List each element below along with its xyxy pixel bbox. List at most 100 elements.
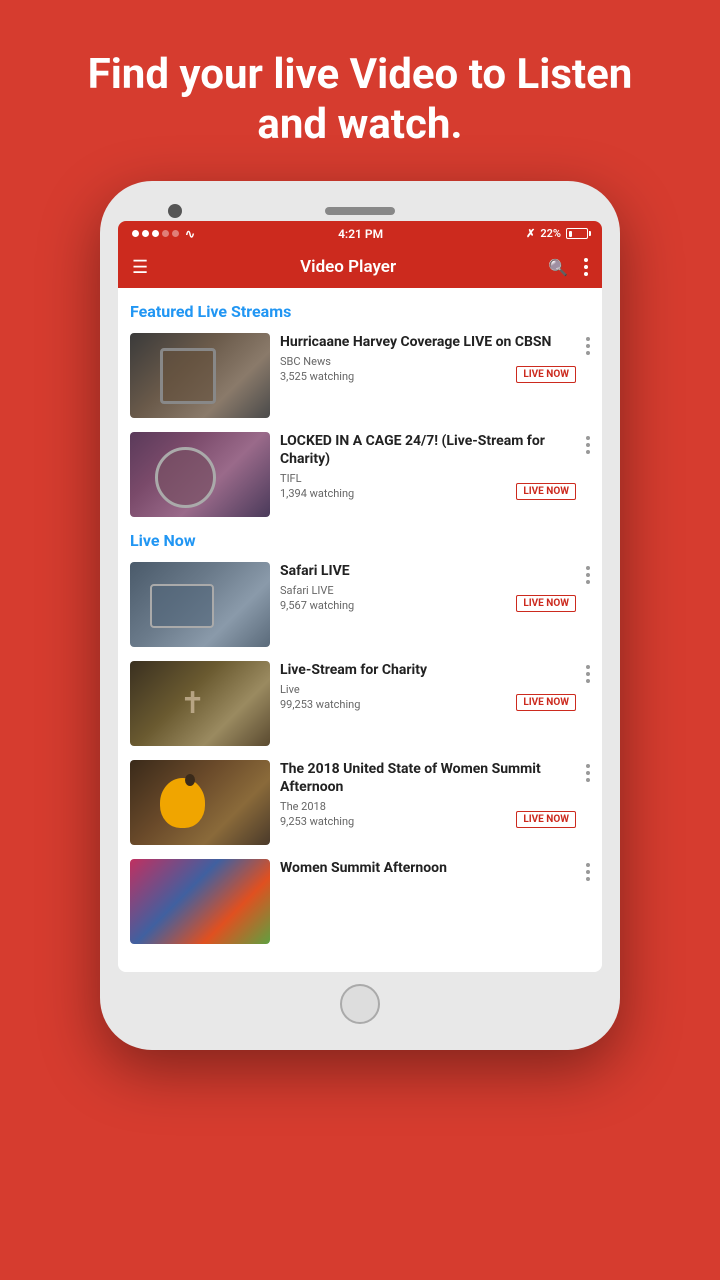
dot [586, 344, 590, 348]
livenow-section-title: Live Now [130, 531, 590, 550]
dot [586, 580, 590, 584]
battery-percent: 22% [540, 227, 561, 240]
stream-info-women: Women Summit Afternoon [280, 859, 576, 881]
app-bar: ☰ Video Player 🔍 [118, 247, 602, 288]
stream-live-badge: LIVE NOW [516, 595, 576, 612]
battery-fill [569, 231, 573, 237]
live-now-badge: LIVE NOW [516, 366, 576, 383]
stream-info-charity: Live-Stream for Charity Live 99,253 watc… [280, 661, 576, 711]
status-right: ✗ 22% [526, 227, 588, 240]
stream-watching: 1,394 watching [280, 487, 354, 500]
stream-thumbnail-apple [130, 760, 270, 845]
stream-channel: Safari LIVE [280, 584, 354, 597]
dot [586, 436, 590, 440]
item-menu-button[interactable] [586, 562, 590, 584]
dot [586, 877, 590, 881]
app-title: Video Player [148, 257, 548, 277]
stream-meta: Live 99,253 watching LIVE NOW [280, 683, 576, 711]
stream-thumbnail-safari [130, 562, 270, 647]
item-menu-button[interactable] [586, 859, 590, 881]
stream-watching: 9,567 watching [280, 599, 354, 612]
list-item[interactable]: Women Summit Afternoon [130, 859, 590, 944]
phone-mockup: ∿ 4:21 PM ✗ 22% ☰ Video Player 🔍 [100, 181, 620, 1050]
list-item[interactable]: Live-Stream for Charity Live 99,253 watc… [130, 661, 590, 746]
stream-live-badge: LIVE NOW [516, 483, 576, 500]
phone-screen: ∿ 4:21 PM ✗ 22% ☰ Video Player 🔍 [118, 221, 602, 972]
bluetooth-icon: ✗ [526, 227, 535, 240]
status-left: ∿ [132, 227, 195, 241]
dot [586, 351, 590, 355]
search-icon[interactable]: 🔍 [548, 258, 568, 277]
stream-meta: Safari LIVE 9,567 watching LIVE NOW [280, 584, 576, 612]
dot [586, 764, 590, 768]
menu-button[interactable]: ☰ [132, 257, 148, 278]
stream-title: LOCKED IN A CAGE 24/7! (Live-Stream for … [280, 432, 576, 468]
list-item[interactable]: Hurricaane Harvey Coverage LIVE on CBSN … [130, 333, 590, 418]
stream-info-apple: The 2018 United State of Women Summit Af… [280, 760, 576, 828]
list-item[interactable]: LOCKED IN A CAGE 24/7! (Live-Stream for … [130, 432, 590, 517]
stream-watching: 3,525 watching [280, 370, 354, 383]
stream-live-badge: LIVE NOW [516, 811, 576, 828]
stream-meta-col: SBC News 3,525 watching [280, 355, 354, 383]
list-item[interactable]: Safari LIVE Safari LIVE 9,567 watching L… [130, 562, 590, 647]
camera-dot [168, 204, 182, 218]
signal-dots [132, 230, 179, 237]
dot [586, 450, 590, 454]
stream-live-badge: LIVE NOW [516, 694, 576, 711]
dot [586, 778, 590, 782]
dot [586, 870, 590, 874]
dot [584, 265, 588, 269]
stream-title: Hurricaane Harvey Coverage LIVE on CBSN [280, 333, 576, 351]
dot [586, 863, 590, 867]
phone-top [118, 199, 602, 221]
stream-meta: TIFL 1,394 watching LIVE NOW [280, 472, 576, 500]
stream-meta-col: Live 99,253 watching [280, 683, 360, 711]
dot [586, 443, 590, 447]
dot [586, 672, 590, 676]
phone-bottom [118, 972, 602, 1032]
dot [586, 566, 590, 570]
dot [586, 771, 590, 775]
stream-title: Safari LIVE [280, 562, 576, 580]
dot [586, 573, 590, 577]
stream-channel: The 2018 [280, 800, 354, 813]
content-area: Featured Live Streams Hurricaane Harvey … [118, 288, 602, 972]
stream-channel: Live [280, 683, 360, 696]
stream-watching: 99,253 watching [280, 698, 360, 711]
stream-meta-col: Safari LIVE 9,567 watching [280, 584, 354, 612]
featured-section-title: Featured Live Streams [130, 302, 590, 321]
stream-title: The 2018 United State of Women Summit Af… [280, 760, 576, 796]
stream-thumbnail-harvey [130, 333, 270, 418]
item-menu-button[interactable] [586, 760, 590, 782]
stream-meta-col: The 2018 9,253 watching [280, 800, 354, 828]
stream-title: Women Summit Afternoon [280, 859, 576, 877]
dot [586, 679, 590, 683]
wifi-icon: ∿ [185, 227, 195, 241]
signal-dot-1 [132, 230, 139, 237]
dot [584, 272, 588, 276]
live-now-badge: LIVE NOW [516, 483, 576, 500]
item-menu-button[interactable] [586, 333, 590, 355]
item-menu-button[interactable] [586, 661, 590, 683]
live-now-badge: LIVE NOW [516, 595, 576, 612]
stream-meta: The 2018 9,253 watching LIVE NOW [280, 800, 576, 828]
signal-dot-5 [172, 230, 179, 237]
more-options-button[interactable] [584, 258, 588, 276]
stream-channel: TIFL [280, 472, 354, 485]
speaker-grille [325, 207, 395, 215]
signal-dot-4 [162, 230, 169, 237]
stream-thumbnail-women [130, 859, 270, 944]
stream-meta-col: TIFL 1,394 watching [280, 472, 354, 500]
status-time: 4:21 PM [338, 227, 383, 241]
live-now-badge: LIVE NOW [516, 694, 576, 711]
stream-info-safari: Safari LIVE Safari LIVE 9,567 watching L… [280, 562, 576, 612]
signal-dot-2 [142, 230, 149, 237]
stream-title: Live-Stream for Charity [280, 661, 576, 679]
stream-meta: SBC News 3,525 watching LIVE NOW [280, 355, 576, 383]
signal-dot-3 [152, 230, 159, 237]
list-item[interactable]: The 2018 United State of Women Summit Af… [130, 760, 590, 845]
stream-channel: SBC News [280, 355, 354, 368]
home-button[interactable] [340, 984, 380, 1024]
item-menu-button[interactable] [586, 432, 590, 454]
app-bar-icons: 🔍 [548, 258, 588, 277]
